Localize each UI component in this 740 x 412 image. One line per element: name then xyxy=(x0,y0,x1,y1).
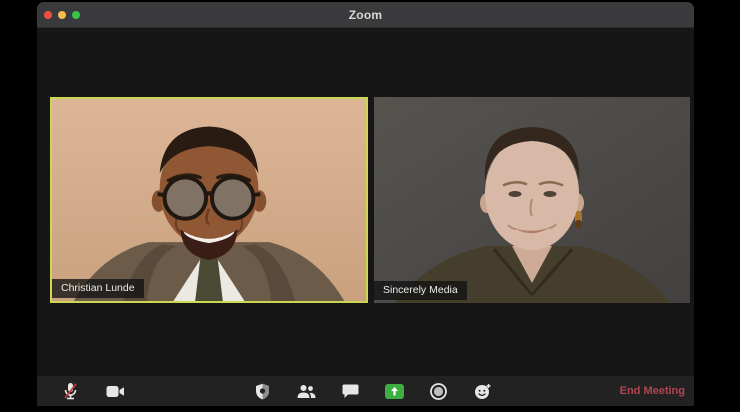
meeting-content: Christian Lunde Sincerely Media xyxy=(37,29,694,376)
video-tile-christian-lunde[interactable]: Christian Lunde xyxy=(50,97,368,303)
record-icon xyxy=(429,382,447,400)
share-screen-button[interactable] xyxy=(383,379,405,403)
christian-lunde-video-feed xyxy=(52,99,366,301)
participant-name-label: Sincerely Media xyxy=(374,281,467,300)
toolbar-left-group xyxy=(59,376,126,406)
toolbar-center-group xyxy=(251,376,493,406)
chat-button[interactable] xyxy=(339,379,361,403)
chat-icon xyxy=(342,384,358,398)
record-button[interactable] xyxy=(427,379,449,403)
stop-video-button[interactable] xyxy=(104,379,126,403)
window-title: Zoom xyxy=(348,7,383,22)
security-shield-icon xyxy=(255,383,269,399)
meeting-toolbar: End Meeting xyxy=(37,376,694,406)
microphone-muted-icon xyxy=(63,382,77,399)
participant-name-label: Christian Lunde xyxy=(52,279,144,298)
reactions-icon xyxy=(474,383,490,399)
traffic-lights xyxy=(37,10,80,19)
video-tile-sincerely-media[interactable]: Sincerely Media xyxy=(374,97,690,303)
zoom-window: Zoom Christian Lunde Sincerely Media End… xyxy=(37,2,694,406)
close-button[interactable] xyxy=(44,10,52,19)
titlebar: Zoom xyxy=(37,2,694,28)
fullscreen-button[interactable] xyxy=(72,10,80,19)
participants-button[interactable] xyxy=(295,379,317,403)
end-meeting-button[interactable]: End Meeting xyxy=(616,376,689,406)
security-button[interactable] xyxy=(251,379,273,403)
sincerely-media-video-feed xyxy=(374,97,690,303)
reactions-button[interactable] xyxy=(471,379,493,403)
minimize-button[interactable] xyxy=(58,10,66,19)
mute-button[interactable] xyxy=(59,379,81,403)
participants-icon xyxy=(297,384,315,398)
share-screen-icon xyxy=(384,383,404,399)
video-camera-icon xyxy=(106,385,124,397)
